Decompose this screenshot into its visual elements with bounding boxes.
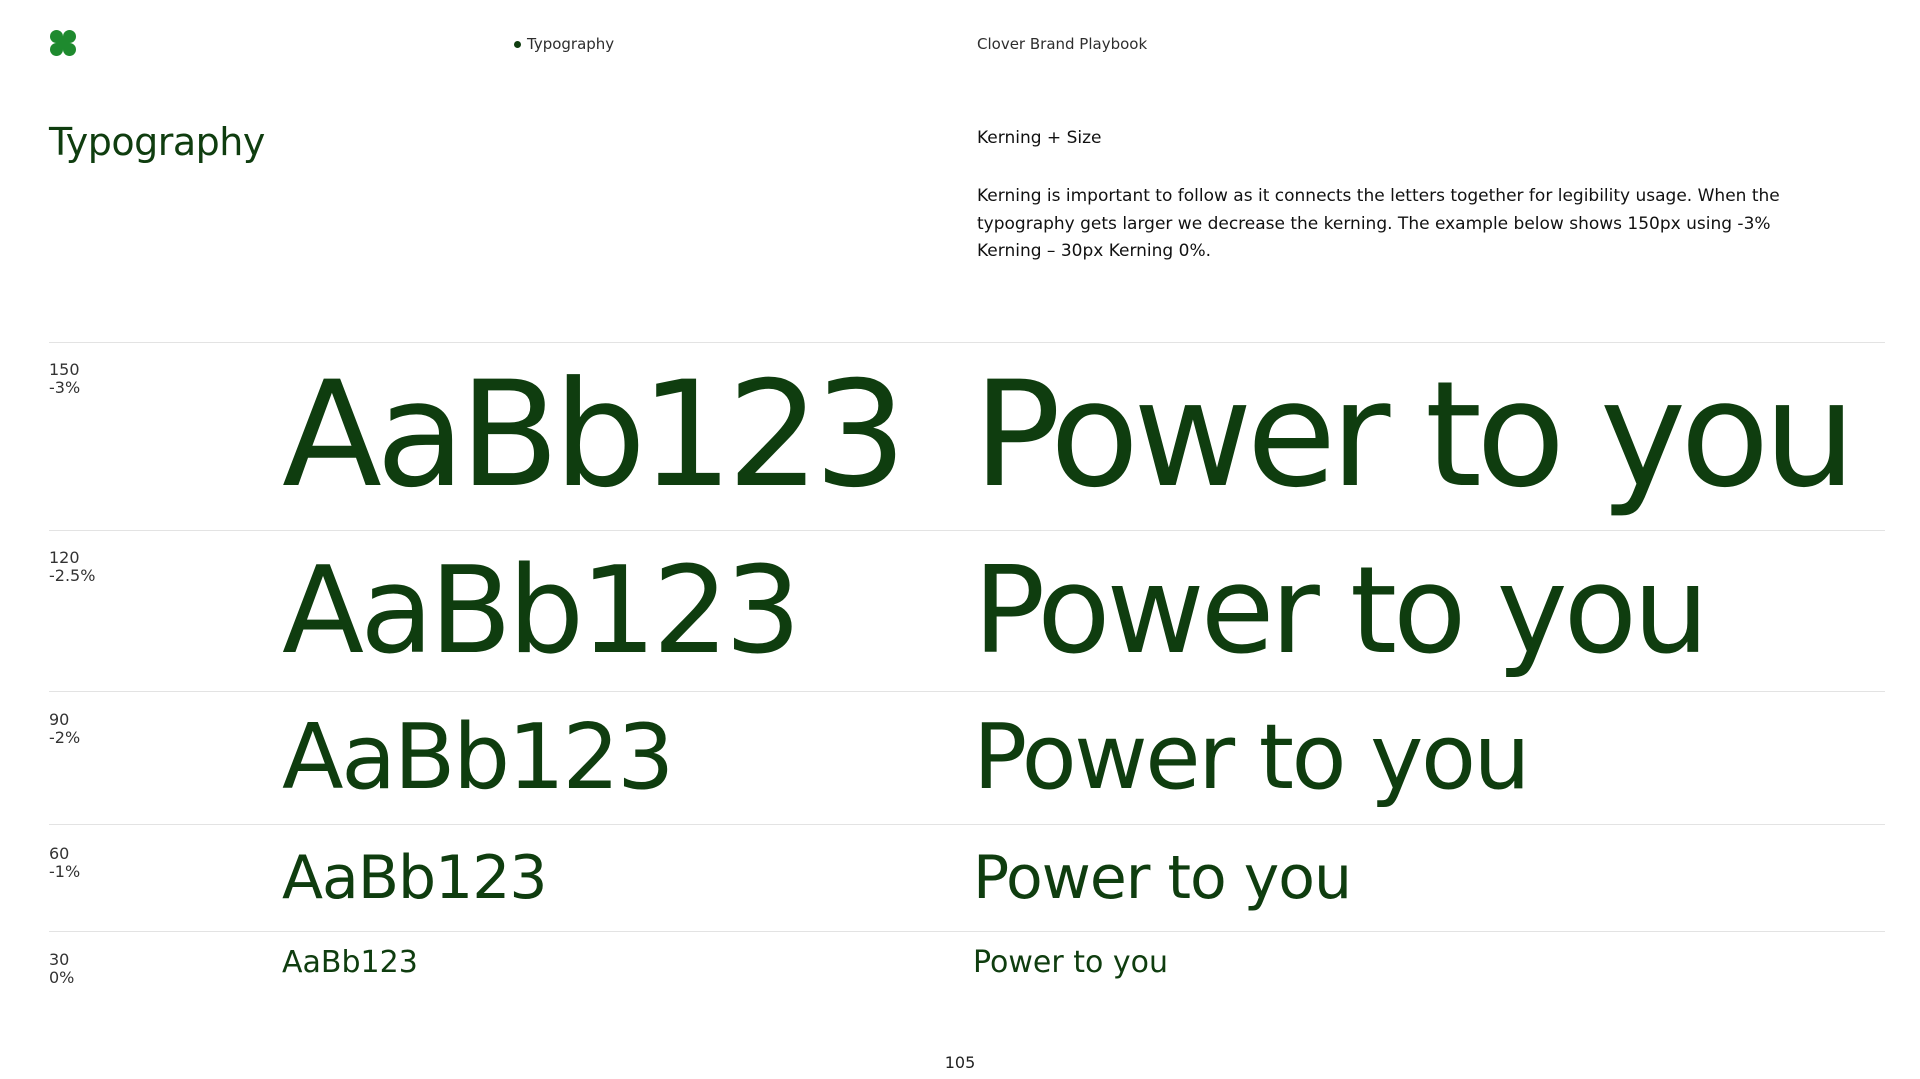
section-tag-label: Typography [527,35,615,53]
size-label-90: 90 -2% [49,711,80,747]
font-size-value: 120 [49,548,80,567]
row-divider [49,824,1885,825]
section-tag: Typography [514,35,614,53]
row-divider [49,691,1885,692]
row-divider [49,931,1885,932]
kerning-value: 0% [49,968,75,987]
size-label-150: 150 -3% [49,361,80,397]
kerning-value: -3% [49,378,81,397]
page-title: Typography [49,120,265,164]
playbook-title: Clover Brand Playbook [977,35,1148,53]
font-size-value: 30 [49,950,70,969]
font-size-value: 60 [49,844,70,863]
phrase-sample-150: Power to you [973,350,1856,520]
size-label-30: 30 0% [49,951,74,987]
font-size-value: 150 [49,360,80,379]
phrase-sample-30: Power to you [973,945,1169,980]
font-size-value: 90 [49,710,70,729]
type-sample-60: AaBb123 [282,843,548,913]
phrase-sample-60: Power to you [973,843,1352,913]
phrase-sample-120: Power to you [973,542,1709,681]
kerning-value: -2% [49,728,81,747]
size-label-120: 120 -2.5% [49,549,95,585]
kerning-size-heading: Kerning + Size [977,128,1102,148]
phrase-sample-90: Power to you [973,705,1531,810]
page-number: 105 [944,1053,976,1072]
kerning-value: -1% [49,862,81,881]
bullet-dot-icon [514,40,521,48]
row-divider [49,342,1885,343]
row-divider [49,530,1885,531]
clover-logo-icon [49,29,77,57]
type-sample-150: AaBb123 [282,350,907,520]
type-sample-120: AaBb123 [282,542,801,681]
size-label-60: 60 -1% [49,845,80,881]
kerning-value: -2.5% [49,566,96,585]
type-sample-90: AaBb123 [282,705,674,810]
kerning-description: Kerning is important to follow as it con… [977,186,1780,261]
type-sample-30: AaBb123 [282,945,418,980]
